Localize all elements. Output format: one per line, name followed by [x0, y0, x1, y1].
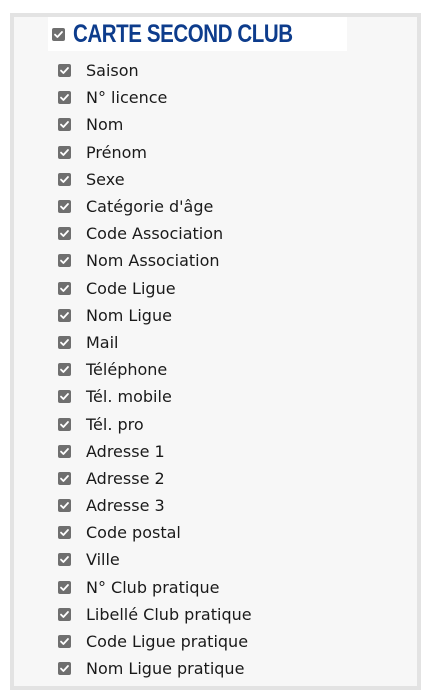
field-checkbox[interactable] — [58, 607, 71, 621]
field-label[interactable]: Téléphone — [86, 360, 167, 379]
checkmark-icon — [60, 502, 69, 509]
field-checkbox[interactable] — [58, 499, 71, 513]
checkmark-icon — [60, 284, 69, 292]
field-label[interactable]: Nom — [86, 115, 123, 134]
field-option[interactable]: Catégorie d'âge — [58, 193, 252, 220]
field-option[interactable]: Tél. mobile — [58, 383, 252, 410]
checkmark-icon — [60, 311, 69, 319]
field-option[interactable]: Nom Ligue — [58, 302, 252, 329]
field-label[interactable]: Libellé Club pratique — [86, 605, 252, 624]
field-label[interactable]: Nom Association — [86, 251, 220, 270]
checkmark-icon — [60, 148, 69, 156]
field-checkbox[interactable] — [58, 526, 71, 540]
field-option[interactable]: Adresse 3 — [58, 492, 252, 519]
field-option[interactable]: Sexe — [58, 166, 252, 193]
field-checkbox[interactable] — [58, 635, 71, 649]
field-checkbox[interactable] — [58, 444, 71, 458]
field-option[interactable]: Prénom — [58, 139, 252, 166]
field-label[interactable]: N° Club pratique — [86, 578, 219, 597]
checkmark-icon — [60, 257, 69, 265]
field-label[interactable]: Tél. pro — [86, 415, 144, 434]
field-label[interactable]: Sexe — [86, 170, 125, 189]
checkmark-icon — [60, 121, 69, 129]
field-checkbox[interactable] — [58, 227, 71, 241]
field-label[interactable]: Nom Ligue pratique — [86, 659, 244, 678]
field-label[interactable]: Code Association — [86, 224, 223, 243]
field-label[interactable]: Adresse 3 — [86, 496, 165, 515]
checkmark-icon — [60, 475, 69, 482]
field-option[interactable]: Tél. pro — [58, 410, 252, 437]
field-label[interactable]: Code Ligue pratique — [86, 632, 248, 651]
field-checkbox[interactable] — [58, 471, 71, 485]
field-label[interactable]: Nom Ligue — [86, 306, 172, 325]
section-title: CARTE SECOND CLUB — [73, 19, 293, 48]
checkmark-icon — [60, 529, 69, 537]
field-option[interactable]: N° Club pratique — [58, 574, 252, 601]
field-checkbox[interactable] — [58, 335, 71, 349]
field-checkbox[interactable] — [58, 64, 71, 78]
field-option[interactable]: Nom — [58, 111, 252, 138]
checkmark-icon — [60, 610, 69, 618]
field-checkbox[interactable] — [58, 553, 71, 567]
field-label[interactable]: Tél. mobile — [86, 387, 172, 406]
checkmark-icon — [60, 339, 69, 346]
field-option[interactable]: Code Ligue pratique — [58, 628, 252, 655]
field-option[interactable]: Code postal — [58, 519, 252, 546]
checkmark-icon — [60, 556, 69, 564]
field-label[interactable]: Ville — [86, 550, 120, 569]
field-option[interactable]: Saison — [58, 57, 252, 84]
field-checkbox[interactable] — [58, 254, 71, 268]
field-option[interactable]: Libellé Club pratique — [58, 601, 252, 628]
checkmark-icon — [60, 638, 69, 645]
field-label[interactable]: N° licence — [86, 88, 167, 107]
field-checkbox[interactable] — [58, 281, 71, 295]
checkmark-icon — [60, 230, 69, 238]
field-checkbox[interactable] — [58, 200, 71, 214]
checkmark-icon — [60, 94, 69, 102]
field-option[interactable]: Nom Ligue pratique — [58, 655, 252, 682]
field-option[interactable]: Mail — [58, 329, 252, 356]
field-checkbox[interactable] — [58, 91, 71, 105]
field-checkbox[interactable] — [58, 308, 71, 322]
field-label[interactable]: Mail — [86, 333, 119, 352]
field-checkbox[interactable] — [58, 118, 71, 132]
field-checkbox[interactable] — [58, 662, 71, 676]
checkmark-icon — [60, 420, 69, 428]
field-label[interactable]: Prénom — [86, 143, 147, 162]
checkmark-icon — [60, 447, 69, 455]
field-label[interactable]: Code postal — [86, 523, 181, 542]
checkmark-icon — [60, 583, 69, 591]
field-option[interactable]: Code Ligue — [58, 275, 252, 302]
checkmark-icon — [54, 30, 63, 38]
fieldset-legend: CARTE SECOND CLUB — [48, 17, 347, 51]
carte-second-club-fieldset: CARTE SECOND CLUB Saison N° licence Nom Pré… — [10, 13, 421, 690]
checkmark-icon — [60, 366, 69, 374]
checkmark-icon — [60, 665, 69, 673]
field-checkbox[interactable] — [58, 390, 71, 404]
field-option[interactable]: N° licence — [58, 84, 252, 111]
field-label[interactable]: Catégorie d'âge — [86, 197, 213, 216]
checkmark-icon — [60, 175, 69, 183]
field-label[interactable]: Saison — [86, 61, 139, 80]
field-checkbox[interactable] — [58, 580, 71, 594]
field-option[interactable]: Ville — [58, 546, 252, 573]
checkmark-icon — [60, 67, 69, 74]
checkmark-icon — [60, 203, 69, 210]
checkmark-icon — [60, 393, 69, 401]
select-all-checkbox[interactable] — [52, 27, 65, 41]
field-label[interactable]: Adresse 2 — [86, 469, 165, 488]
field-checkbox-list: Saison N° licence Nom Prénom Sexe Catégorie d… — [58, 57, 252, 682]
field-label[interactable]: Adresse 1 — [86, 442, 165, 461]
field-label[interactable]: Code Ligue — [86, 279, 176, 298]
field-checkbox[interactable] — [58, 172, 71, 186]
field-option[interactable]: Téléphone — [58, 356, 252, 383]
field-option[interactable]: Nom Association — [58, 247, 252, 274]
field-checkbox[interactable] — [58, 145, 71, 159]
field-checkbox[interactable] — [58, 363, 71, 377]
field-option[interactable]: Adresse 1 — [58, 438, 252, 465]
field-option[interactable]: Code Association — [58, 220, 252, 247]
field-checkbox[interactable] — [58, 417, 71, 431]
field-option[interactable]: Adresse 2 — [58, 465, 252, 492]
